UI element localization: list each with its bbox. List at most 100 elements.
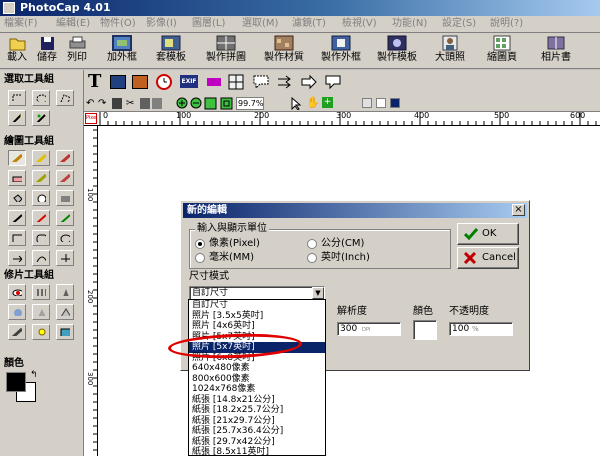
zoom-out-icon[interactable]: [190, 97, 203, 113]
lightbulb-tool[interactable]: [32, 324, 50, 340]
make-puzzle-button[interactable]: 製作拼圖: [200, 35, 252, 67]
rectangle-shape-tool[interactable]: [8, 230, 26, 246]
pen-tool[interactable]: [8, 210, 26, 226]
menu-settings[interactable]: 設定(S): [442, 17, 476, 31]
ellipse-select-tool[interactable]: [32, 90, 50, 106]
chevron-down-icon[interactable]: ▼: [312, 287, 324, 299]
save-button[interactable]: 儲存: [34, 35, 60, 67]
exif-icon[interactable]: EXIF: [180, 75, 198, 88]
white-swatch[interactable]: [376, 98, 386, 108]
menu-filter[interactable]: 濾鏡(T): [292, 17, 326, 31]
make-template-button[interactable]: 製作模板: [372, 35, 422, 67]
dropdown-swatch[interactable]: [390, 98, 400, 108]
make-texture-button[interactable]: 製作材質: [258, 35, 310, 67]
red-eye-tool[interactable]: [8, 284, 26, 300]
dodge-tool[interactable]: [56, 304, 74, 320]
size-option[interactable]: 紙張 [25.7x36.4公分]: [189, 426, 325, 437]
unit-mm-radio[interactable]: [195, 253, 205, 263]
swap-colors-icon[interactable]: ↰: [30, 370, 38, 380]
line-tool[interactable]: [8, 250, 26, 266]
print-button[interactable]: 列印: [64, 35, 90, 67]
menu-help[interactable]: 說明(?): [490, 17, 523, 31]
redo-icon[interactable]: ↷: [98, 98, 106, 110]
thumbnail-page-button[interactable]: 縮圖頁: [482, 35, 522, 67]
photo-object-icon[interactable]: [132, 75, 148, 89]
crop-icon[interactable]: [152, 98, 162, 109]
foreground-color-swatch[interactable]: [6, 372, 26, 392]
zoom-actual-icon[interactable]: [220, 97, 233, 113]
size-option[interactable]: 紙張 [8.5x11英吋]: [189, 447, 325, 455]
size-option[interactable]: 800x600像素: [189, 374, 325, 385]
hand-icon[interactable]: ✋: [306, 97, 320, 109]
light-swatch[interactable]: [362, 98, 372, 108]
ribbon-icon[interactable]: [206, 74, 224, 92]
pencil-tool[interactable]: [8, 150, 26, 166]
unit-pixel-radio[interactable]: [195, 239, 205, 249]
speech-bubble-icon[interactable]: [252, 74, 270, 92]
size-option[interactable]: 照片 [3.5x5英吋]: [189, 311, 325, 322]
magic-wand-tool[interactable]: [8, 110, 26, 126]
gradient-tool[interactable]: [56, 190, 74, 206]
menu-edit[interactable]: 編輯(E): [56, 17, 90, 31]
close-icon[interactable]: ×: [512, 204, 525, 216]
eraser-tool[interactable]: [8, 170, 26, 186]
move-tool[interactable]: [56, 250, 74, 266]
undo-icon[interactable]: ↶: [86, 98, 94, 110]
size-option[interactable]: 紙張 [18.2x25.7公分]: [189, 405, 325, 416]
sponge-tool[interactable]: [32, 304, 50, 320]
apply-template-button[interactable]: 套模板: [150, 35, 192, 67]
color-swatch[interactable]: [413, 320, 437, 340]
curve-tool[interactable]: [32, 250, 50, 266]
size-option[interactable]: 紙張 [21x29.7公分]: [189, 416, 325, 427]
menu-image[interactable]: 影像(I): [146, 17, 177, 31]
menu-select[interactable]: 選取(M): [242, 17, 278, 31]
menu-file[interactable]: 檔案(F): [4, 17, 38, 31]
clock-icon[interactable]: [156, 74, 174, 92]
menu-function[interactable]: 功能(N): [392, 17, 427, 31]
size-option[interactable]: 紙張 [14.8x21公分]: [189, 395, 325, 406]
make-frame-button[interactable]: 製作外框: [316, 35, 366, 67]
text-tool-icon[interactable]: T: [88, 73, 106, 91]
id-photo-button[interactable]: 大頭照: [430, 35, 470, 67]
zoom-level-field[interactable]: 99.7%: [236, 97, 264, 110]
photo-book-button[interactable]: 相片書: [536, 35, 576, 67]
size-option[interactable]: 自訂尺寸: [189, 300, 325, 311]
fill-bucket-tool[interactable]: [8, 190, 26, 206]
size-option[interactable]: 紙張 [29.7x42公分]: [189, 437, 325, 448]
retouch-tool[interactable]: [32, 284, 50, 300]
image-object-icon[interactable]: [110, 75, 126, 89]
paste-icon[interactable]: [140, 98, 150, 109]
menu-object[interactable]: 物件(O): [100, 17, 136, 31]
unit-inch-radio[interactable]: [307, 253, 317, 263]
opacity-input[interactable]: 100 %: [449, 322, 513, 336]
brush-tool[interactable]: [32, 150, 50, 166]
size-option[interactable]: 照片 [4x6英吋]: [189, 321, 325, 332]
add-frame-button[interactable]: 加外框: [100, 35, 144, 67]
clone-tool[interactable]: [56, 170, 74, 186]
add-object-icon[interactable]: +: [322, 97, 333, 108]
sharpen-tool[interactable]: [56, 284, 74, 300]
menu-layer[interactable]: 圖層(L): [192, 17, 225, 31]
hand-pan-tool[interactable]: [32, 190, 50, 206]
unit-cm-radio[interactable]: [307, 239, 317, 249]
load-button[interactable]: 載入: [4, 35, 30, 67]
grid-pattern-icon[interactable]: [228, 74, 246, 92]
ellipse-shape-tool[interactable]: [56, 230, 74, 246]
resolution-input[interactable]: 300 DPI: [337, 322, 401, 336]
lasso-select-tool[interactable]: [56, 90, 74, 106]
pointer-icon[interactable]: [290, 96, 302, 113]
size-option[interactable]: 640x480像素: [189, 363, 325, 374]
callout-icon[interactable]: [324, 74, 342, 92]
cancel-button[interactable]: Cancel: [457, 247, 519, 269]
zoom-fit-icon[interactable]: [204, 97, 217, 113]
color-picker-tool[interactable]: [56, 324, 74, 340]
smart-select-tool[interactable]: [32, 110, 50, 126]
ok-button[interactable]: OK: [457, 223, 519, 245]
size-mode-select[interactable]: 自訂尺寸 ▼: [189, 286, 325, 300]
smudge-tool[interactable]: [32, 170, 50, 186]
burn-tool[interactable]: [8, 324, 26, 340]
red-pen-tool[interactable]: [32, 210, 50, 226]
green-pen-tool[interactable]: [56, 210, 74, 226]
blur-tool[interactable]: [8, 304, 26, 320]
cut-icon[interactable]: ✂: [126, 98, 134, 110]
